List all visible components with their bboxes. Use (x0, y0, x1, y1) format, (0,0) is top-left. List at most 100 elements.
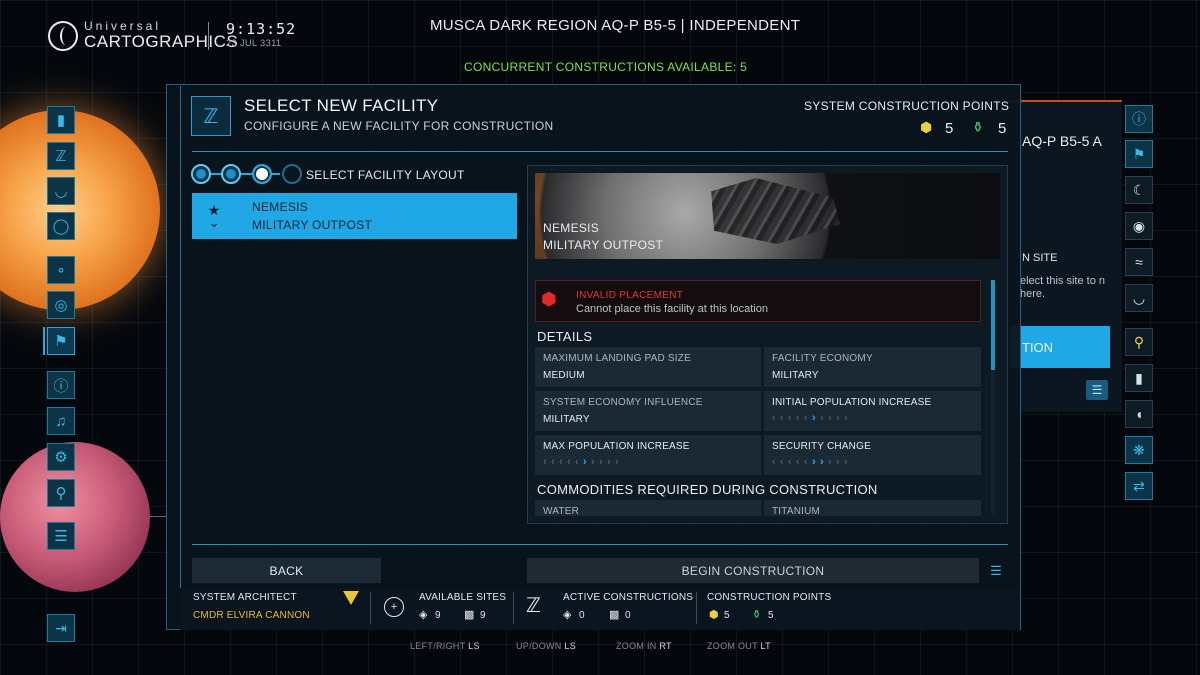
orbit-icon[interactable]: ◉ (1125, 212, 1153, 240)
dome-icon[interactable]: ◡ (1125, 284, 1153, 312)
detail-value: MEDIUM (543, 370, 585, 381)
meter-chevron: ‹ (788, 456, 792, 468)
meter-chevron: ‹ (788, 412, 792, 424)
codex-icon[interactable]: ☰ (1086, 380, 1108, 400)
tier-1-points-icon: ⬢ (709, 609, 719, 621)
pin-icon[interactable]: ⚲ (47, 479, 75, 507)
list-icon[interactable]: ☰ (47, 522, 75, 550)
detail-economy-influence: SYSTEM ECONOMY INFLUENCE MILITARY (535, 391, 761, 431)
route-icon[interactable]: ∘ (47, 256, 75, 284)
meter-chevron: ‹ (551, 456, 555, 468)
step-2[interactable] (221, 164, 241, 184)
codex-icon[interactable]: ☰ (984, 558, 1008, 583)
info-icon[interactable]: ⓘ (47, 371, 75, 399)
meter-chevron: › (812, 412, 816, 424)
crane-icon[interactable]: ℤ (47, 142, 75, 170)
invalid-placement-warning (535, 280, 981, 322)
tier-2-points-icon: ⚱ (972, 119, 984, 135)
active-rail-marker (43, 327, 45, 355)
architect-label: SYSTEM ARCHITECT (193, 592, 297, 603)
detail-label: SYSTEM ECONOMY INFLUENCE (543, 397, 703, 408)
tier-2-points-value: 5 (998, 120, 1007, 137)
site-action-button[interactable]: TION (1010, 326, 1110, 368)
detail-value: MILITARY (543, 414, 590, 425)
meter-chevron: › (836, 456, 840, 468)
meter-chevron: ‹ (804, 412, 808, 424)
tier-1-points-icon: ⬢ (920, 119, 933, 135)
meter-chevron: ‹ (796, 456, 800, 468)
pin-icon[interactable]: ⚲ (1125, 328, 1153, 356)
construction-points-label: CONSTRUCTION POINTS (707, 592, 832, 603)
preview-name: NEMESIS (543, 221, 600, 235)
commodity-label: TITANIUM (772, 506, 821, 516)
architect-name: CMDR ELVIRA CANNON (193, 610, 310, 621)
warning-description: Cannot place this facility at this locat… (576, 303, 768, 315)
security-change-meter: ‹ ‹ ‹ ‹ ‹ › › › › › (772, 456, 852, 468)
surface-site-icon: ▩ (464, 609, 475, 621)
clock-time: 9:13:52 (226, 20, 297, 38)
detail-initial-population: INITIAL POPULATION INCREASE ‹ ‹ ‹ ‹ ‹ › › › › › (764, 391, 981, 431)
person-flag-icon[interactable]: ⚑ (47, 327, 75, 355)
target-icon[interactable]: ◎ (47, 291, 75, 319)
meter-chevron: › (844, 412, 848, 424)
tier-1-points-value: 5 (945, 120, 954, 137)
status-separator (513, 592, 514, 624)
available-sites-label: AVAILABLE SITES (419, 592, 507, 603)
step-3[interactable] (252, 164, 272, 184)
detail-label: INITIAL POPULATION INCREASE (772, 397, 932, 408)
meter-chevron: ‹ (559, 456, 563, 468)
hint-left-right: LEFT/RIGHT LS (410, 641, 480, 651)
warning-title: INVALID PLACEMENT (576, 290, 684, 301)
detail-label: MAX POPULATION INCREASE (543, 441, 690, 452)
system-title: MUSCA DARK REGION AQ-P B5-5 | INDEPENDEN… (430, 17, 801, 34)
meter-chevron: › (844, 456, 848, 468)
meter-chevron: ‹ (772, 412, 776, 424)
facility-list-item[interactable] (192, 193, 517, 239)
orbital-site-icon: ◈ (419, 609, 428, 621)
moon-icon[interactable]: ◖ (1125, 400, 1153, 428)
planet-icon[interactable]: ☾ (1125, 176, 1153, 204)
meter-chevron: ‹ (804, 456, 808, 468)
detail-scrollbar-thumb[interactable] (991, 280, 995, 370)
meter-chevron: › (812, 456, 816, 468)
meter-chevron: ‹ (567, 456, 571, 468)
person-flag-icon[interactable]: ⚑ (1125, 140, 1153, 168)
meter-chevron: › (820, 456, 824, 468)
meter-chevron: ‹ (575, 456, 579, 468)
add-site-icon[interactable]: + (384, 597, 404, 617)
info-icon[interactable]: ⓘ (1125, 105, 1153, 133)
step-4[interactable] (282, 164, 302, 184)
exit-icon[interactable]: ⇥ (47, 614, 75, 642)
available-orbital-count: 9 (435, 610, 441, 621)
dome-icon[interactable]: ◡ (47, 177, 75, 205)
bookmark-icon[interactable]: ▮ (1125, 364, 1153, 392)
gear-icon[interactable]: ⚙ (47, 443, 75, 471)
globe-icon[interactable]: ◯ (47, 212, 75, 240)
status-separator (696, 592, 697, 624)
meter-chevron: › (615, 456, 619, 468)
detail-facility-economy: FACILITY ECONOMY MILITARY (764, 347, 981, 387)
hint-zoom-in: ZOOM IN RT (616, 641, 672, 651)
hint-zoom-out: ZOOM OUT LT (707, 641, 771, 651)
network-icon[interactable]: ❋ (1125, 436, 1153, 464)
meter-chevron: ‹ (796, 412, 800, 424)
meter-chevron: › (599, 456, 603, 468)
meter-chevron: › (583, 456, 587, 468)
facility-item-type: MILITARY OUTPOST (252, 218, 373, 232)
bank-icon[interactable]: ♫ (47, 407, 75, 435)
step-1[interactable] (191, 164, 211, 184)
dialog-title: SELECT NEW FACILITY (244, 96, 439, 115)
meter-chevron: ‹ (780, 412, 784, 424)
initial-population-meter: ‹ ‹ ‹ ‹ ‹ › › › › › (772, 412, 852, 424)
dna-icon[interactable]: ≈ (1125, 248, 1153, 276)
begin-construction-button[interactable]: BEGIN CONSTRUCTION (527, 558, 979, 583)
active-constructions-label: ACTIVE CONSTRUCTIONS (563, 592, 694, 603)
meter-chevron: › (607, 456, 611, 468)
active-surface-count: 0 (625, 610, 631, 621)
tier-2-points-icon: ⚱ (752, 609, 762, 621)
concurrent-constructions: CONCURRENT CONSTRUCTIONS AVAILABLE: 5 (464, 60, 748, 74)
bookmark-icon[interactable]: ▮ (47, 106, 75, 134)
detail-max-population: MAX POPULATION INCREASE ‹ ‹ ‹ ‹ ‹ › › › › › (535, 435, 761, 475)
back-button[interactable]: BACK (192, 558, 381, 583)
swap-icon[interactable]: ⇄ (1125, 472, 1153, 500)
